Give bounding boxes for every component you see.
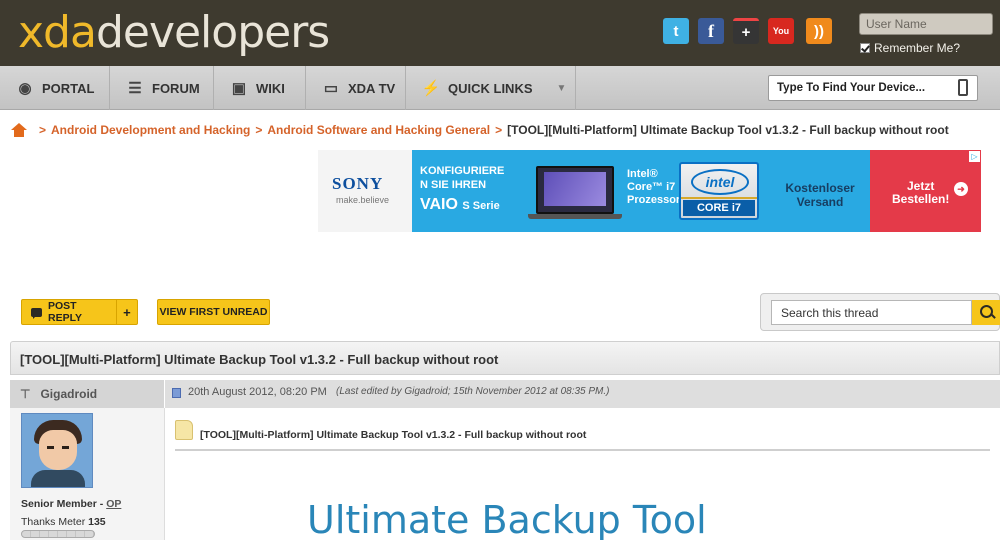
lightning-icon: ⚡ [421,80,441,97]
ad-headline-line: KONFIGURIERE [420,165,505,177]
remember-me-checkbox[interactable] [860,43,870,53]
logo-developers: developers [95,7,330,58]
tv-icon: ▭ [323,80,339,97]
nav-item-label: WIKI [256,80,285,96]
breadcrumb-current: [TOOL][Multi-Platform] Ultimate Backup T… [507,123,949,137]
remember-me[interactable]: Remember Me? [860,41,960,55]
op-badge: OP [106,498,122,510]
thanks-label: Thanks Meter [21,516,89,528]
nav-item-portal[interactable]: ◉ PORTAL [0,66,110,110]
home-icon[interactable] [10,123,28,137]
note-icon [175,420,193,440]
post-reply-button[interactable]: POST REPLY + [21,299,138,325]
ad-headline-line: N SIE IHREN [420,179,487,191]
ad-intel-line: Prozessor [627,194,681,206]
site-logo[interactable]: xdadevelopers [18,6,330,60]
post-reply-label: POST REPLY [47,300,83,324]
post-date: 20th August 2012, 08:20 PM [188,386,327,398]
box-icon: ▣ [231,80,247,97]
ad-cta-line: Bestellen! [892,192,950,206]
username-input[interactable]: User Name [859,13,993,35]
page: xdadevelopers t f + You )) User Name Rem… [0,0,1000,540]
search-icon[interactable] [972,300,1000,325]
remember-me-label: Remember Me? [874,41,961,55]
ad-headline: KONFIGURIERE N SIE IHREN [420,164,504,192]
list-icon: ☰ [128,80,142,97]
thread-title: [TOOL][Multi-Platform] Ultimate Backup T… [10,341,1000,375]
post-heading: Ultimate Backup Tool [307,498,707,540]
device-search-input[interactable]: Type To Find Your Device... [768,75,978,101]
ad-cta[interactable]: Jetzt Bestellen! [892,180,949,206]
arrow-right-icon: ➜ [954,182,968,196]
intel-badge: intel CORE i7 [679,162,759,220]
youtube-icon[interactable]: You [768,18,794,44]
ad-product-name: VAIO [420,196,458,213]
thanks-count: 135 [88,516,106,528]
post-edited-note: (Last edited by Gigadroid; 15th November… [336,386,610,397]
thanks-meter-bar [21,530,95,538]
nav-item-label: FORUM [152,80,200,96]
adchoices-icon[interactable]: ▷ [969,151,980,162]
advertisement-banner[interactable]: SONY make.believe KONFIGURIERE N SIE IHR… [318,150,981,232]
user-rank: Senior Member - OP [21,498,121,510]
breadcrumb-link[interactable]: Android Development and Hacking [51,123,250,137]
facebook-icon[interactable]: f [698,18,724,44]
breadcrumb: > Android Development and Hacking > Andr… [10,122,995,138]
ad-tagline: make.believe [336,195,390,205]
site-header: xdadevelopers t f + You )) User Name Rem… [0,0,1000,66]
nav-item-label: XDA TV [348,80,396,96]
nav-item-xda-tv[interactable]: ▭ XDA TV [306,66,406,110]
nav-item-quick-links[interactable]: ⚡ QUICK LINKS ▼ [406,66,576,110]
nav-item-forum[interactable]: ☰ FORUM [110,66,214,110]
post-status-icon [172,388,181,398]
avatar[interactable] [21,413,93,488]
google-plus-icon[interactable]: + [733,18,759,44]
ad-product: VAIO S Serie [420,196,500,214]
ad-intel-line: Core™ i7 [627,181,676,193]
ad-intel-text: Intel® Core™ i7 Prozessor [627,168,680,207]
globe-icon: ◉ [18,80,32,97]
ad-shipping: Kostenloser Versand [780,181,860,209]
nav-item-wiki[interactable]: ▣ WIKI [214,66,306,110]
laptop-image [536,166,614,214]
ad-brand: SONY [332,174,384,193]
chevron-down-icon: ▼ [556,82,567,94]
post-title: [TOOL][Multi-Platform] Ultimate Backup T… [200,429,587,441]
ad-intel-line: Intel® [627,168,658,180]
plus-icon[interactable]: + [117,305,137,320]
ad-shipping-line: Kostenloser [785,181,855,195]
phone-icon[interactable] [958,79,968,96]
nav-item-label: QUICK LINKS [448,80,533,96]
nav-item-label: PORTAL [42,80,95,96]
divider [175,449,990,451]
rss-icon[interactable]: )) [806,18,832,44]
ad-product-series: S Serie [462,200,500,212]
thanks-meter: Thanks Meter 135 [21,516,106,528]
post-author[interactable]: ⊤ Gigadroid [10,380,165,408]
view-first-unread-button[interactable]: VIEW FIRST UNREAD [157,299,270,325]
logo-xda: xda [18,7,97,58]
author-name[interactable]: Gigadroid [40,387,97,401]
speech-bubble-icon [31,307,42,319]
ad-shipping-line: Versand [796,195,844,209]
intel-core: CORE i7 [683,200,755,216]
pin-icon: ⊤ [20,387,31,401]
intel-logo: intel [691,169,749,195]
thread-search-input[interactable]: Search this thread [771,300,972,325]
breadcrumb-link[interactable]: Android Software and Hacking General [267,123,490,137]
twitter-icon[interactable]: t [663,18,689,44]
user-rank-label: Senior Member - [21,498,107,510]
